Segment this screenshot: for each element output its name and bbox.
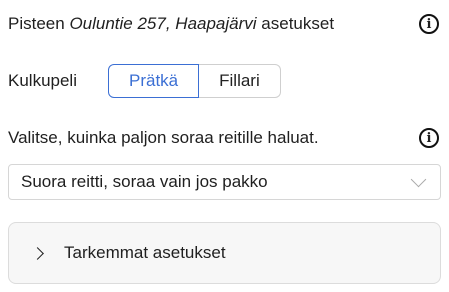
title-prefix: Pisteen: [8, 14, 65, 33]
vehicle-option-pratka[interactable]: Prätkä: [108, 64, 200, 98]
advanced-settings-label: Tarkemmat asetukset: [64, 243, 226, 262]
settings-header: Pisteen Ouluntie 257, Haapajärvi asetuks…: [8, 10, 441, 38]
gravel-select[interactable]: Suora reitti, soraa vain jos pakko: [8, 164, 441, 200]
vehicle-segmented-control: Prätkä Fillari: [108, 64, 281, 98]
vehicle-label: Kulkupeli: [8, 71, 77, 90]
gravel-select-value: Suora reitti, soraa vain jos pakko: [21, 172, 268, 191]
title-place: Ouluntie 257, Haapajärvi: [69, 14, 257, 33]
vehicle-option-fillari[interactable]: Fillari: [199, 64, 281, 98]
vehicle-row: Kulkupeli Prätkä Fillari: [8, 64, 441, 98]
chevron-down-icon: [410, 171, 427, 187]
info-icon[interactable]: i: [419, 14, 439, 34]
gravel-label: Valitse, kuinka paljon soraa reitille ha…: [8, 128, 319, 147]
gravel-label-row: Valitse, kuinka paljon soraa reitille ha…: [8, 124, 441, 152]
title-suffix: asetukset: [261, 14, 335, 33]
page-title: Pisteen Ouluntie 257, Haapajärvi asetuks…: [8, 14, 334, 34]
info-icon[interactable]: i: [419, 128, 439, 148]
advanced-settings-toggle[interactable]: Tarkemmat asetukset: [8, 222, 441, 284]
chevron-right-icon: [31, 246, 44, 260]
